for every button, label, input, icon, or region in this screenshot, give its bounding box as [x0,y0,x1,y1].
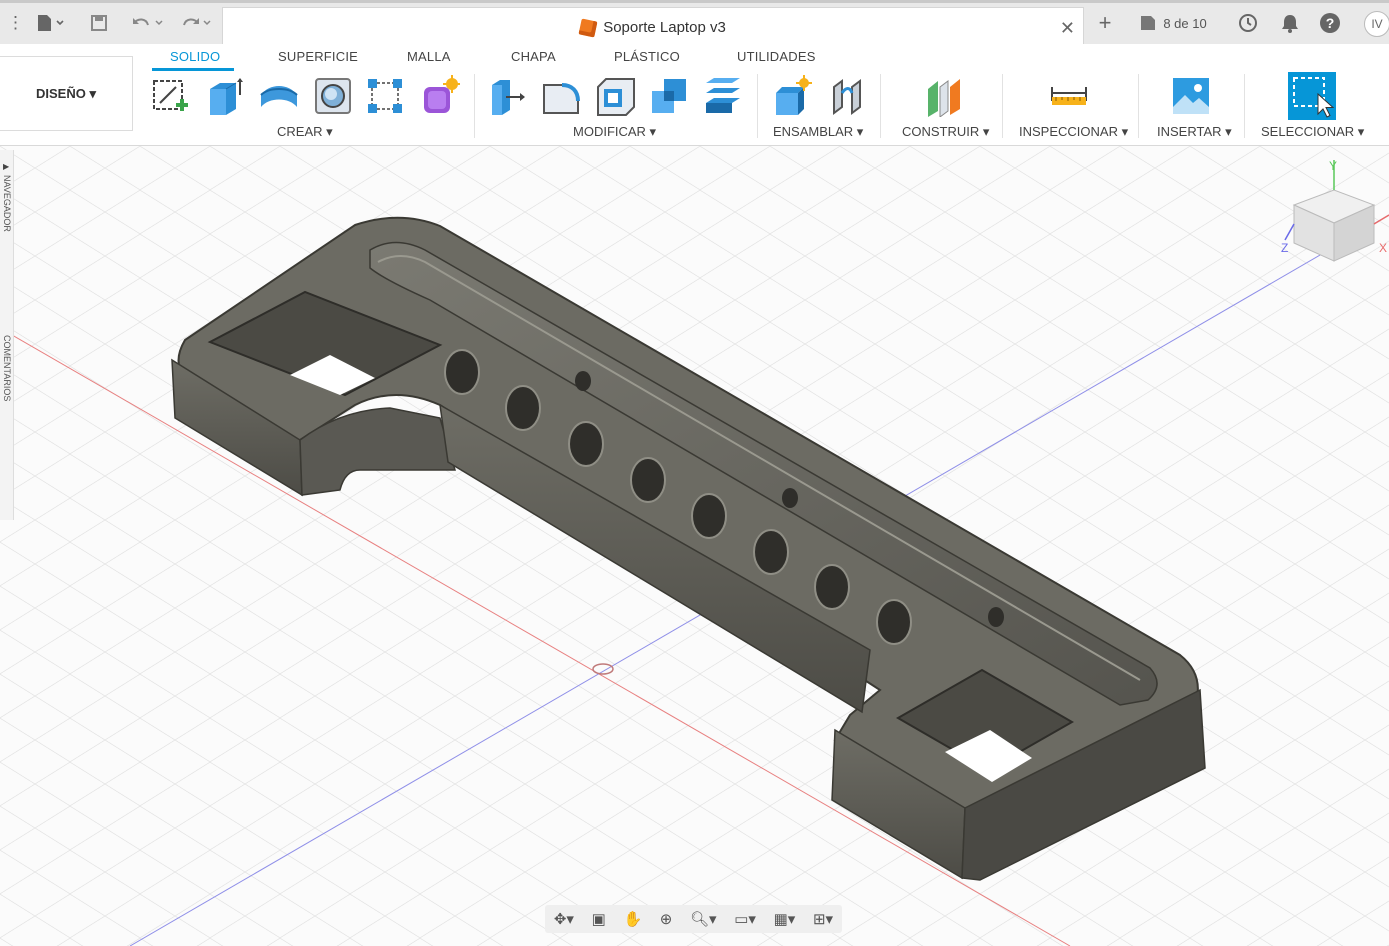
navigation-bar: ✥▾ ▣ ✋ ⊕ 🔍︎▾ ▭▾ ▦▾ ⊞▾ [545,905,842,933]
tab-solido[interactable]: SOLIDO [170,49,220,64]
group-crear[interactable]: CREAR ▾ [277,124,333,140]
version-count: 8 de 10 [1163,15,1207,31]
tab-chapa[interactable]: CHAPA [511,49,556,64]
title-bar: ⋮⋮ Soporte Laptop v3 ✕ + 8 de 10 ? IV [0,0,1389,47]
measure-icon[interactable] [1048,74,1090,118]
divider [880,74,881,138]
press-pull-icon[interactable] [486,74,528,118]
comments-label[interactable]: COMENTARIOS [2,335,12,401]
hole-icon[interactable] [312,74,354,118]
document-tab[interactable]: Soporte Laptop v3 ✕ [222,7,1084,47]
slot-hole [691,493,727,539]
side-panel: ▶ NAVEGADOR COMENTARIOS [0,150,14,520]
group-modificar[interactable]: MODIFICAR ▾ [573,124,656,140]
pattern-icon[interactable] [364,74,406,118]
component-icon [578,18,598,37]
grid-menu-icon[interactable]: ⋮⋮ [0,11,24,35]
shell-icon[interactable] [594,74,636,118]
slot-hole [630,457,666,503]
group-insertar[interactable]: INSERTAR ▾ [1157,124,1232,140]
grid-settings-icon[interactable]: ▦▾ [774,910,796,928]
workspace-label: DISEÑO ▾ [36,85,96,101]
model-canvas [0,214,1389,946]
workspace-selector[interactable]: DISEÑO ▾ [0,56,133,131]
notifications-icon[interactable] [1278,11,1302,35]
insert-image-icon[interactable] [1170,74,1212,118]
expand-arrow-icon[interactable]: ▶ [3,162,9,171]
redo-icon[interactable] [176,11,214,35]
mounting-hole [988,607,1004,627]
document-title: Soporte Laptop v3 [603,19,726,36]
create-form-icon[interactable] [418,74,460,118]
version-history[interactable]: 8 de 10 [1136,11,1210,35]
offset-face-icon[interactable] [702,74,744,118]
axis-y-label: Y [1329,160,1337,173]
navigator-label[interactable]: NAVEGADOR [2,175,12,232]
group-construir[interactable]: CONSTRUIR ▾ [902,124,989,140]
extrude-icon[interactable] [204,74,246,118]
display-settings-icon[interactable]: ▭▾ [734,910,756,928]
tab-malla[interactable]: MALLA [407,49,451,64]
viewports-icon[interactable]: ⊞▾ [813,910,833,928]
create-sketch-icon[interactable] [150,74,192,118]
tab-superficie[interactable]: SUPERFICIE [278,49,358,64]
slot-hole [444,349,480,395]
active-tab-indicator [152,68,234,71]
divider [1002,74,1003,138]
slot-hole [753,529,789,575]
combine-icon[interactable] [648,74,690,118]
group-ensamblar[interactable]: ENSAMBLAR ▾ [773,124,863,140]
tab-plastico[interactable]: PLÁSTICO [614,49,680,64]
axis-z-label: Z [1281,241,1288,255]
revolve-icon[interactable] [258,74,300,118]
new-tab-icon[interactable]: + [1092,10,1118,35]
group-seleccionar[interactable]: SELECCIONAR ▾ [1261,124,1364,140]
toolbar-ribbon: DISEÑO ▾ SOLIDO SUPERFICIE MALLA CHAPA P… [0,44,1389,146]
divider [1138,74,1139,138]
slot-hole [876,599,912,645]
origin-marker [592,663,614,675]
help-icon[interactable]: ? [1318,11,1342,35]
user-initials: IV [1371,17,1383,31]
axis-x-label: X [1379,241,1387,255]
new-component-icon[interactable] [772,74,814,118]
undo-icon[interactable] [128,11,166,35]
group-inspeccionar[interactable]: INSPECCIONAR ▾ [1019,124,1128,140]
svg-text:?: ? [1326,15,1335,31]
offset-plane-icon[interactable] [922,74,964,118]
3d-viewport[interactable]: Y X Z [0,146,1389,946]
pan-icon[interactable]: ✋ [623,910,642,928]
fit-icon[interactable]: 🔍︎▾ [690,910,717,928]
tab-utilidades[interactable]: UTILIDADES [737,49,816,64]
divider [474,74,475,138]
orbit-icon[interactable]: ✥▾ [554,910,574,928]
divider [757,74,758,138]
select-icon[interactable] [1288,72,1336,120]
job-status-icon[interactable] [1236,11,1260,35]
joint-icon[interactable] [826,74,868,118]
save-icon[interactable] [86,11,112,35]
user-avatar[interactable]: IV [1364,11,1389,37]
slot-hole [505,385,541,431]
mounting-hole [575,371,591,391]
divider [1244,74,1245,138]
slot-hole [568,421,604,467]
fillet-icon[interactable] [540,74,582,118]
look-at-icon[interactable]: ▣ [592,910,606,928]
zoom-icon[interactable]: ⊕ [660,910,673,928]
file-menu-icon[interactable] [30,11,70,35]
close-tab-icon[interactable]: ✕ [1060,18,1075,39]
slot-hole [814,564,850,610]
mounting-hole [782,488,798,508]
viewcube[interactable]: Y X Z [1279,160,1389,270]
